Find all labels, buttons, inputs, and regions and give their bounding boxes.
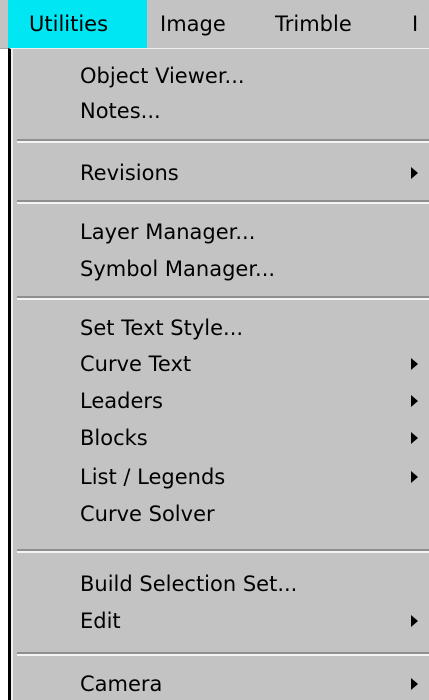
menu-item-blocks[interactable]: Blocks: [11, 421, 429, 455]
menu-separator: [17, 296, 429, 300]
menu-item-label: Curve Text: [80, 352, 192, 376]
chevron-right-icon: [411, 395, 418, 407]
menu-item-label: Blocks: [80, 426, 148, 450]
menu-item-curve-text[interactable]: Curve Text: [11, 347, 429, 381]
menu-item-build-selection-set[interactable]: Build Selection Set...: [11, 567, 429, 601]
utilities-dropdown: Object Viewer... Notes... Revisions Laye…: [8, 48, 429, 700]
menu-item-notes[interactable]: Notes...: [11, 94, 429, 128]
menu-item-label: Curve Solver: [80, 502, 215, 526]
menu-image[interactable]: Image: [160, 0, 226, 48]
chevron-right-icon: [411, 358, 418, 370]
menu-item-label: List / Legends: [80, 465, 226, 489]
menu-item-object-viewer[interactable]: Object Viewer...: [11, 59, 429, 93]
menu-separator: [17, 652, 429, 656]
menu-item-label: Revisions: [80, 161, 179, 185]
chevron-right-icon: [411, 167, 418, 179]
menu-item-label: Leaders: [80, 389, 163, 413]
menu-item-label: Object Viewer...: [80, 64, 245, 88]
menu-item-label: Camera: [80, 672, 163, 696]
menu-item-label: Notes...: [80, 99, 161, 123]
menu-item-edit[interactable]: Edit: [11, 604, 429, 638]
menu-item-set-text-style[interactable]: Set Text Style...: [11, 311, 429, 345]
menu-item-label: Build Selection Set...: [80, 572, 298, 596]
menu-utilities[interactable]: Utilities: [8, 0, 147, 48]
menu-item-label: Set Text Style...: [80, 316, 244, 340]
menu-item-leaders[interactable]: Leaders: [11, 384, 429, 418]
chevron-right-icon: [411, 678, 418, 690]
menu-truncated-item[interactable]: I: [412, 0, 418, 48]
menu-item-label: Symbol Manager...: [80, 257, 276, 281]
menu-item-curve-solver[interactable]: Curve Solver: [11, 497, 429, 531]
chevron-right-icon: [411, 432, 418, 444]
menu-item-label: Layer Manager...: [80, 220, 256, 244]
menu-bar: Utilities Image Trimble I: [0, 0, 429, 49]
menu-separator: [17, 139, 429, 143]
menu-separator: [17, 200, 429, 204]
menu-trimble[interactable]: Trimble: [275, 0, 352, 48]
menu-item-camera[interactable]: Camera: [11, 667, 429, 700]
menu-item-list-legends[interactable]: List / Legends: [11, 460, 429, 494]
menu-separator: [17, 549, 429, 553]
utilities-menu-screenshot: Utilities Image Trimble I Object Viewer.…: [0, 0, 429, 700]
menu-item-layer-manager[interactable]: Layer Manager...: [11, 215, 429, 249]
chevron-right-icon: [411, 615, 418, 627]
chevron-right-icon: [411, 471, 418, 483]
menu-item-label: Edit: [80, 609, 121, 633]
menu-item-symbol-manager[interactable]: Symbol Manager...: [11, 252, 429, 286]
menu-item-revisions[interactable]: Revisions: [11, 156, 429, 190]
